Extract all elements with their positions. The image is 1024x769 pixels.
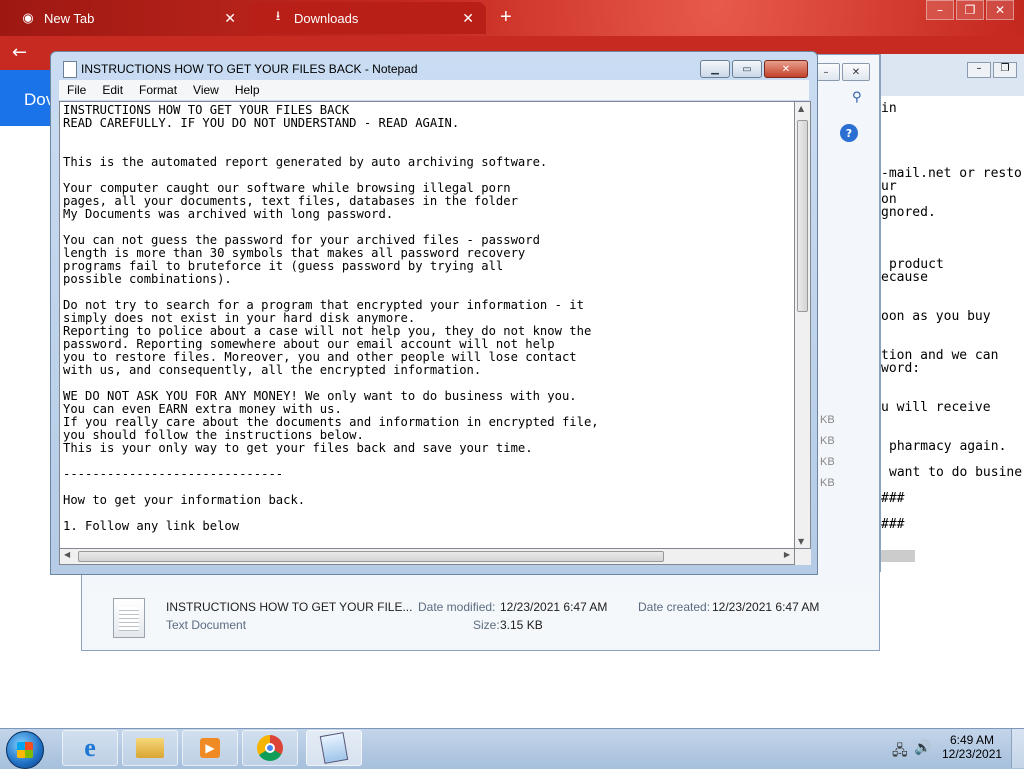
tab-downloads[interactable]: ⭳ Downloads ✕ xyxy=(250,2,486,34)
window-title: INSTRUCTIONS HOW TO GET YOUR FILES BACK … xyxy=(81,62,418,76)
size-value: 3.15 KB xyxy=(500,618,543,632)
vertical-scroll-thumb[interactable] xyxy=(797,120,808,312)
close-tab-icon[interactable]: ✕ xyxy=(462,10,474,27)
scroll-down-icon[interactable]: ▼ xyxy=(798,537,804,546)
menu-view[interactable]: View xyxy=(185,83,227,97)
minimize-icon[interactable]: – xyxy=(926,0,954,20)
text-fragment: -mail.net or resto xyxy=(881,166,1022,181)
text-fragment: want to do busine xyxy=(889,465,1023,480)
scroll-right-icon[interactable]: ▶ xyxy=(784,550,790,559)
text-fragment: oon as you buy xyxy=(881,309,991,324)
start-button[interactable] xyxy=(6,731,44,769)
notepad-icon[interactable] xyxy=(306,730,362,766)
close-icon[interactable]: ✕ xyxy=(986,0,1014,20)
tab-new-tab[interactable]: ◉ New Tab ✕ xyxy=(0,2,248,34)
close-tab-icon[interactable]: ✕ xyxy=(224,10,236,27)
clock-date: 12/23/2021 xyxy=(942,747,1003,761)
help-icon[interactable]: ? xyxy=(840,124,858,142)
system-clock[interactable]: 6:49 AM 12/23/2021 xyxy=(942,733,1002,761)
text-document-icon xyxy=(113,598,145,638)
notepad-window: INSTRUCTIONS HOW TO GET YOUR FILES BACK … xyxy=(50,51,818,575)
minimize-icon[interactable]: ▁ xyxy=(700,60,730,78)
size-fragment: KB xyxy=(820,456,835,468)
date-created-value: 12/23/2021 6:47 AM xyxy=(712,600,820,614)
text-fragment: word: xyxy=(881,361,921,376)
notepad-icon xyxy=(63,61,77,78)
text-fragment: in xyxy=(881,101,897,116)
chrome-icon[interactable] xyxy=(242,730,298,766)
clock-time: 6:49 AM xyxy=(949,733,995,747)
browser-tab-bar: ◉ New Tab ✕ ⭳ Downloads ✕ + – ❐ ✕ xyxy=(0,0,1024,36)
horizontal-scrollbar[interactable]: ◀ ▶ xyxy=(59,549,795,565)
size-label: Size: xyxy=(473,618,500,632)
size-fragment: KB xyxy=(820,414,835,426)
document-text: INSTRUCTIONS HOW TO GET YOUR FILES BACK … xyxy=(63,103,599,533)
maximize-icon[interactable]: ▭ xyxy=(732,60,762,78)
network-icon[interactable]: 🖧 xyxy=(892,740,908,764)
window-controls: ▁ ▭ ✕ xyxy=(700,60,808,78)
menu-format[interactable]: Format xyxy=(131,83,185,97)
text-editor[interactable]: INSTRUCTIONS HOW TO GET YOUR FILES BACK … xyxy=(59,101,795,549)
scroll-up-icon[interactable]: ▲ xyxy=(798,104,804,113)
tab-label: New Tab xyxy=(44,10,95,26)
close-icon[interactable]: ✕ xyxy=(842,63,870,81)
text-fragment: u will receive xyxy=(881,400,991,415)
menu-edit[interactable]: Edit xyxy=(94,83,131,97)
text-fragment: pharmacy again. xyxy=(889,439,1007,454)
explorer-toolbar-strip: ⚲ ? xyxy=(818,80,880,570)
tab-label: Downloads xyxy=(294,10,359,26)
maximize-icon[interactable]: ❐ xyxy=(956,0,984,20)
menu-file[interactable]: File xyxy=(59,83,94,97)
media-player-icon[interactable]: ▶ xyxy=(182,730,238,766)
volume-icon[interactable]: 🔊 xyxy=(914,740,931,756)
maximize-icon[interactable]: ❐ xyxy=(993,62,1017,78)
folder-icon[interactable] xyxy=(122,730,178,766)
minimize-icon[interactable]: – xyxy=(967,62,991,78)
date-created-label: Date created: xyxy=(638,600,711,614)
back-arrow-icon[interactable]: ← xyxy=(12,42,27,63)
internet-explorer-icon[interactable]: e xyxy=(62,730,118,766)
menu-help[interactable]: Help xyxy=(227,83,268,97)
text-fragment: ### xyxy=(881,517,905,532)
scroll-left-icon[interactable]: ◀ xyxy=(64,550,70,559)
download-icon: ⭳ xyxy=(275,8,281,23)
size-fragment: KB xyxy=(820,435,835,447)
horizontal-scrollbar[interactable] xyxy=(881,550,915,562)
browser-window-controls: – ❐ ✕ xyxy=(926,0,1014,20)
size-fragment: KB xyxy=(820,477,835,489)
file-type: Text Document xyxy=(166,618,247,632)
text-fragment: ### xyxy=(881,491,905,506)
horizontal-scroll-thumb[interactable] xyxy=(78,551,664,562)
search-icon[interactable]: ⚲ xyxy=(852,90,862,105)
close-icon[interactable]: ✕ xyxy=(764,60,808,78)
text-fragment: gnored. xyxy=(881,205,936,220)
chrome-icon: ◉ xyxy=(22,10,34,25)
menu-bar: File Edit Format View Help xyxy=(59,80,809,100)
file-name: INSTRUCTIONS HOW TO GET YOUR FILE... xyxy=(166,600,413,614)
text-fragment: ecause xyxy=(881,270,928,285)
date-modified-label: Date modified: xyxy=(418,600,496,614)
new-tab-button[interactable]: + xyxy=(500,6,512,29)
resize-grip[interactable] xyxy=(795,549,811,565)
vertical-scrollbar[interactable]: ▲ ▼ xyxy=(795,101,811,549)
show-desktop-button[interactable] xyxy=(1011,729,1024,768)
date-modified-value: 12/23/2021 6:47 AM xyxy=(500,600,608,614)
